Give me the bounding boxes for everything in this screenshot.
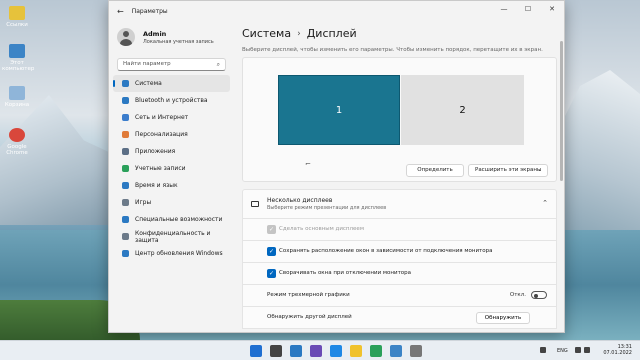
chevron-right-icon: › — [297, 28, 301, 39]
scrollbar[interactable] — [560, 41, 563, 181]
brush-icon — [122, 131, 129, 138]
store-icon[interactable] — [390, 345, 402, 357]
monitor-1[interactable]: 1 — [278, 75, 400, 145]
search-icon: ⌕ — [216, 61, 220, 68]
recycle-bin-icon — [9, 86, 25, 100]
option-main-display: ✓ Сделать основным дисплеем — [242, 219, 557, 241]
minimize-windows-label: Сворачивать окна при отключении монитора — [279, 270, 412, 276]
network-icon[interactable] — [575, 347, 581, 353]
multiple-displays-header[interactable]: Несколько дисплеев Выберите режим презен… — [242, 189, 557, 219]
monitor-2[interactable]: 2 — [401, 75, 524, 145]
extend-displays-value: Расширить эти экраны — [475, 167, 542, 173]
detect-display-label: Обнаружить другой дисплей — [267, 314, 352, 320]
bluetooth-icon — [122, 97, 129, 104]
multi-monitor-icon — [251, 201, 259, 207]
main-content: Система › Дисплей Выберите дисплей, чтоб… — [242, 21, 564, 332]
taskbar: ENG 13:31 07.01.2022 — [0, 340, 640, 360]
profile-account-type: Локальная учетная запись — [143, 38, 214, 45]
nav-list: Система Bluetooth и устройства Сеть и Ин… — [109, 75, 234, 262]
chevron-down-icon: ⌄ — [537, 167, 542, 173]
3d-mode-toggle[interactable] — [531, 291, 547, 299]
task-view-icon[interactable] — [290, 345, 302, 357]
settings-window: ← Параметры — ☐ ✕ Admin Локальная учетна… — [108, 0, 565, 333]
multiple-displays-subtitle: Выберите режим презентации для дисплеев — [267, 205, 387, 211]
wifi-icon — [122, 114, 129, 121]
chevron-up-icon[interactable]: ⌃ — [542, 199, 548, 207]
detect-button[interactable]: Обнаружить — [476, 312, 530, 324]
desktop-icon-chrome[interactable]: Google Chrome — [2, 128, 32, 156]
3d-mode-label: Режим трехмерной графики — [267, 292, 350, 298]
extend-displays-dropdown[interactable]: Расширить эти экраны ⌄ — [468, 164, 548, 177]
option-minimize-windows: ✓ Сворачивать окна при отключении монито… — [242, 263, 557, 285]
profile[interactable]: Admin Локальная учетная запись — [109, 21, 234, 53]
widgets-icon[interactable] — [330, 345, 342, 357]
avatar — [117, 28, 135, 46]
clock-date: 07.01.2022 — [603, 350, 632, 356]
search-input[interactable]: Найти параметр ⌕ — [117, 58, 226, 71]
sidebar-item-privacy[interactable]: Конфиденциальность и защита — [113, 228, 230, 245]
desktop-icon-recycle-bin[interactable]: Корзина — [2, 86, 32, 108]
volume-icon[interactable] — [584, 347, 590, 353]
person-icon — [122, 165, 129, 172]
window-title: Параметры — [131, 7, 168, 15]
sidebar-item-windows-update[interactable]: Центр обновления Windows — [113, 245, 230, 262]
maximize-button[interactable]: ☐ — [516, 1, 540, 17]
sidebar: Admin Локальная учетная запись Найти пар… — [109, 21, 234, 332]
profile-name: Admin — [143, 29, 167, 38]
edge-icon[interactable] — [370, 345, 382, 357]
minimize-button[interactable]: — — [492, 1, 516, 17]
shield-icon — [122, 233, 129, 240]
start-icon[interactable] — [250, 345, 262, 357]
option-3d-mode: Режим трехмерной графики Откл. — [242, 285, 557, 307]
sidebar-item-system[interactable]: Система — [113, 75, 230, 92]
sidebar-item-personalization[interactable]: Персонализация — [113, 126, 230, 143]
option-detect-display: Обнаружить другой дисплей Обнаружить — [242, 307, 557, 329]
monitor-arrangement-panel: 1 2 ⌐ Определить Расширить эти экраны ⌄ — [242, 57, 557, 182]
page-title: Дисплей — [306, 27, 357, 40]
folder-icon — [9, 6, 25, 20]
main-display-label: Сделать основным дисплеем — [279, 226, 364, 232]
sidebar-item-accessibility[interactable]: Специальные возможности — [113, 211, 230, 228]
chat-icon[interactable] — [310, 345, 322, 357]
taskbar-apps — [250, 345, 422, 357]
3d-mode-state: Откл. — [509, 292, 526, 298]
clock[interactable]: 13:31 07.01.2022 — [603, 344, 632, 356]
breadcrumb-parent[interactable]: Система — [242, 27, 291, 40]
search-taskbar-icon[interactable] — [270, 345, 282, 357]
remember-windows-checkbox[interactable]: ✓ — [267, 247, 276, 256]
chevron-up-tray-icon[interactable] — [540, 347, 546, 353]
monitor-icon — [122, 80, 129, 87]
identify-button[interactable]: Определить — [406, 164, 464, 177]
mouse-cursor-icon: ⌐ — [305, 160, 311, 168]
minimize-windows-checkbox[interactable]: ✓ — [267, 269, 276, 278]
computer-icon — [9, 44, 25, 58]
sidebar-item-gaming[interactable]: Игры — [113, 194, 230, 211]
close-button[interactable]: ✕ — [540, 1, 564, 17]
settings-icon[interactable] — [410, 345, 422, 357]
option-remember-windows: ✓ Сохранять расположение окон в зависимо… — [242, 241, 557, 263]
remember-windows-label: Сохранять расположение окон в зависимост… — [279, 248, 493, 254]
search-placeholder: Найти параметр — [123, 61, 171, 67]
file-explorer-icon[interactable] — [350, 345, 362, 357]
breadcrumb: Система › Дисплей — [242, 21, 564, 40]
apps-icon — [122, 148, 129, 155]
language-indicator[interactable]: ENG — [557, 348, 568, 354]
desktop-icon-this-pc[interactable]: Этот компьютер — [2, 44, 34, 72]
sidebar-item-time-language[interactable]: Время и язык — [113, 177, 230, 194]
arrangement-hint: Выберите дисплей, чтобы изменить его пар… — [242, 47, 543, 53]
update-icon — [122, 250, 129, 257]
accessibility-icon — [122, 216, 129, 223]
back-arrow-icon[interactable]: ← — [117, 7, 124, 16]
main-display-checkbox: ✓ — [267, 225, 276, 234]
sidebar-item-apps[interactable]: Приложения — [113, 143, 230, 160]
sidebar-item-accounts[interactable]: Учетные записи — [113, 160, 230, 177]
chrome-icon — [9, 128, 25, 142]
sidebar-item-bluetooth[interactable]: Bluetooth и устройства — [113, 92, 230, 109]
desktop-icon-links[interactable]: Ссылки — [2, 6, 32, 28]
gamepad-icon — [122, 199, 129, 206]
multiple-displays-title: Несколько дисплеев — [267, 197, 333, 204]
window-controls: — ☐ ✕ — [492, 1, 564, 17]
sidebar-item-network[interactable]: Сеть и Интернет — [113, 109, 230, 126]
globe-icon — [122, 182, 129, 189]
